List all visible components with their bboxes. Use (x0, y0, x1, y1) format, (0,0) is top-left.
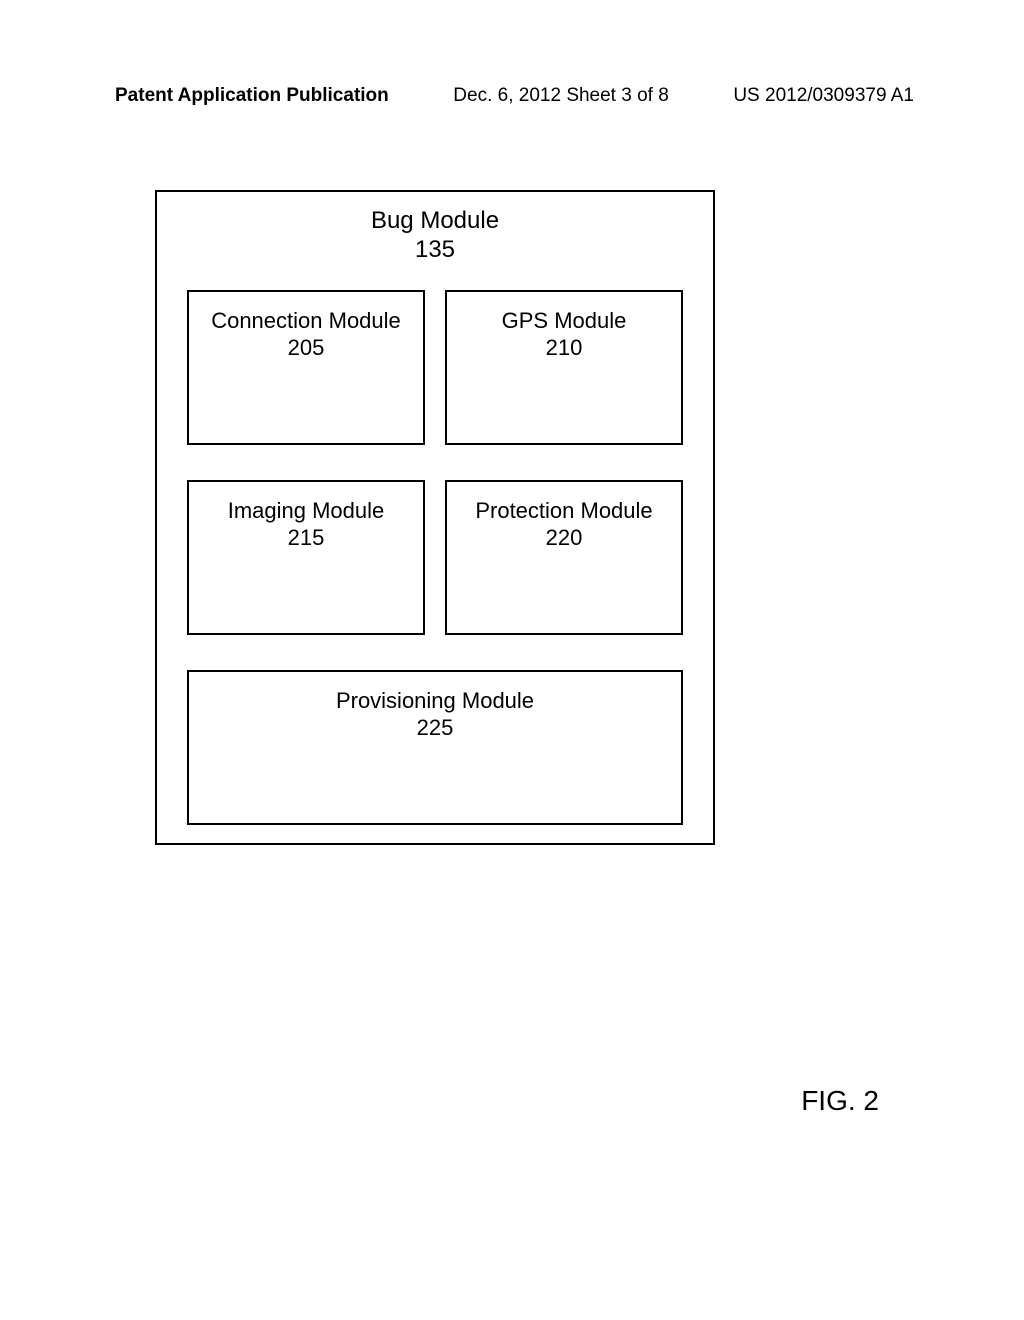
imaging-module-number: 215 (288, 525, 325, 550)
imaging-module-title: Imaging Module (228, 498, 385, 523)
connection-module-number: 205 (288, 335, 325, 360)
provisioning-module-title: Provisioning Module (336, 688, 534, 713)
provisioning-module-number: 225 (417, 715, 454, 740)
container-title: Bug Module 135 (187, 207, 683, 265)
container-title-text: Bug Module (371, 207, 499, 234)
module-row-3: Provisioning Module 225 (187, 670, 683, 825)
header-date-sheet: Dec. 6, 2012 Sheet 3 of 8 (453, 85, 669, 107)
container-title-number: 135 (415, 236, 455, 263)
provisioning-module-box: Provisioning Module 225 (187, 670, 683, 825)
figure-label: FIG. 2 (801, 1085, 879, 1117)
protection-module-number: 220 (546, 525, 583, 550)
gps-module-box: GPS Module 210 (445, 290, 683, 445)
imaging-module-box: Imaging Module 215 (187, 480, 425, 635)
module-row-1: Connection Module 205 GPS Module 210 (187, 290, 683, 445)
header-publication-type: Patent Application Publication (115, 85, 389, 107)
gps-module-number: 210 (546, 335, 583, 360)
bug-module-container: Bug Module 135 Connection Module 205 GPS… (155, 190, 715, 845)
gps-module-title: GPS Module (502, 308, 627, 333)
header-publication-number: US 2012/0309379 A1 (733, 85, 914, 107)
connection-module-box: Connection Module 205 (187, 290, 425, 445)
protection-module-box: Protection Module 220 (445, 480, 683, 635)
page-header: Patent Application Publication Dec. 6, 2… (0, 85, 1024, 107)
connection-module-title: Connection Module (211, 308, 401, 333)
module-row-2: Imaging Module 215 Protection Module 220 (187, 480, 683, 635)
protection-module-title: Protection Module (475, 498, 652, 523)
